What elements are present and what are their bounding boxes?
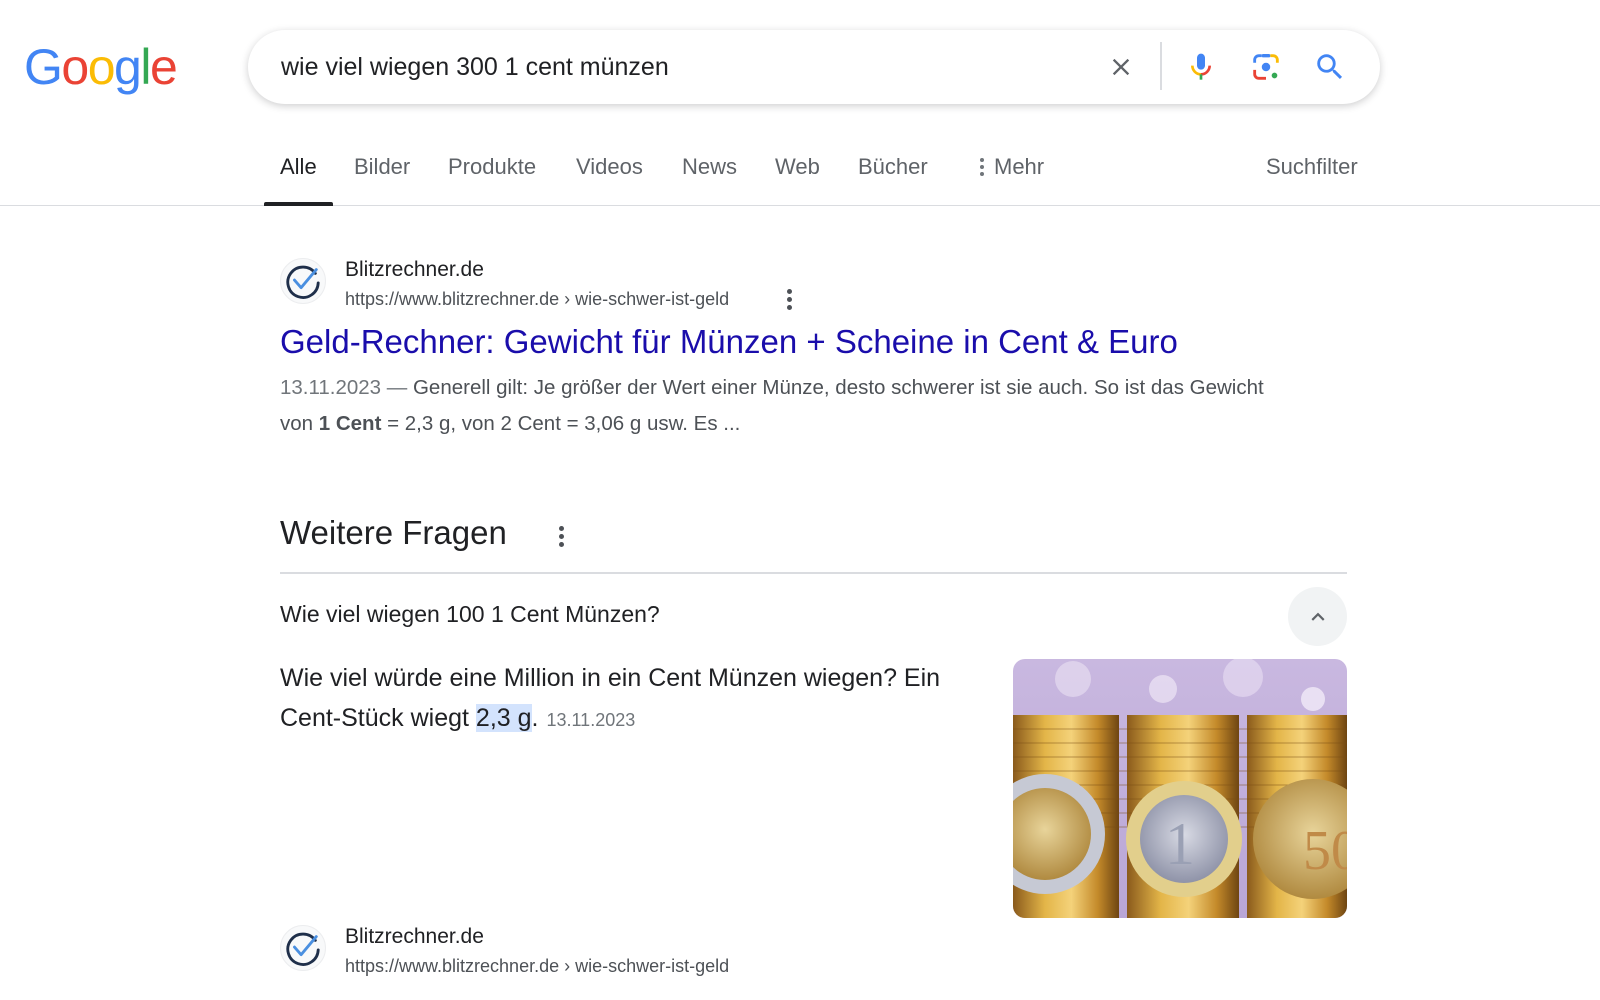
tab-label: Web <box>775 154 820 179</box>
snippet-bold: 1 Cent <box>318 412 382 435</box>
search-tabs: Alle Bilder Produkte Videos News Web Büc… <box>0 140 1600 206</box>
checkmark-circle-icon <box>286 932 320 966</box>
tab-bilder[interactable]: Bilder <box>354 154 410 206</box>
image-search-button[interactable] <box>1247 48 1285 86</box>
result-snippet: 13.11.2023 — Generell gilt: Je größer de… <box>280 370 1270 442</box>
paa-question[interactable]: Wie viel wiegen 100 1 Cent Münzen? <box>280 601 660 628</box>
google-logo[interactable]: Google <box>24 39 178 95</box>
voice-search-button[interactable] <box>1182 48 1220 86</box>
result-source[interactable]: Blitzrechner.de https://www.blitzrechner… <box>280 925 820 985</box>
snippet-text: = 2,3 g, von 2 Cent = 3,06 g usw. Es ... <box>381 412 741 435</box>
search-tools-button[interactable]: Suchfilter <box>1266 154 1358 206</box>
logo-letter: G <box>24 39 63 95</box>
logo-letter: o <box>61 39 89 95</box>
search-icon <box>1317 54 1343 80</box>
tab-mehr[interactable]: Mehr <box>978 154 1044 206</box>
chevron-up-icon <box>1311 612 1324 621</box>
tab-label: Bilder <box>354 154 411 179</box>
site-favicon <box>280 925 326 971</box>
answer-text: . <box>531 704 539 732</box>
logo-letter: o <box>87 39 116 95</box>
site-name: Blitzrechner.de <box>345 258 484 281</box>
search-tools-label: Suchfilter <box>1266 154 1358 179</box>
clear-button[interactable] <box>1102 48 1140 86</box>
site-name: Blitzrechner.de <box>345 925 484 948</box>
tab-videos[interactable]: Videos <box>576 154 643 206</box>
paa-options-button[interactable] <box>555 524 567 548</box>
site-url: https://www.blitzrechner.de › wie-schwer… <box>345 956 730 976</box>
result-options-button[interactable] <box>783 288 795 310</box>
clear-icon <box>1112 58 1130 76</box>
checkmark-circle-icon <box>286 265 320 299</box>
tab-label: Mehr <box>994 154 1045 179</box>
search-input[interactable] <box>281 48 1061 86</box>
tab-alle[interactable]: Alle <box>264 154 333 206</box>
paa-answer: Wie viel würde eine Million in ein Cent … <box>280 658 1000 740</box>
google-lens-icon <box>1253 53 1279 80</box>
svg-text:1: 1 <box>1165 811 1195 877</box>
answer-date: 13.11.2023 <box>546 710 636 730</box>
search-box <box>248 30 1380 104</box>
paa-collapse-button[interactable] <box>1288 587 1347 646</box>
site-url: https://www.blitzrechner.de › wie-schwer… <box>345 289 730 309</box>
tab-buecher[interactable]: Bücher <box>858 154 928 206</box>
snippet-date: 13.11.2023 — <box>280 376 408 399</box>
more-vert-icon <box>978 154 986 180</box>
site-favicon <box>280 258 326 304</box>
tab-label: Alle <box>280 154 317 179</box>
search-divider <box>1160 42 1162 90</box>
svg-text:50: 50 <box>1303 820 1347 882</box>
paa-divider <box>280 572 1347 574</box>
tab-label: Produkte <box>448 154 537 179</box>
tab-label: Videos <box>576 154 643 179</box>
logo-letter: e <box>149 39 178 95</box>
paa-heading: Weitere Fragen <box>280 514 507 551</box>
answer-thumbnail-image[interactable]: 1 50 <box>1013 659 1347 918</box>
microphone-icon <box>1191 53 1211 80</box>
tab-news[interactable]: News <box>682 154 737 206</box>
tab-web[interactable]: Web <box>775 154 820 206</box>
logo-letter: g <box>114 39 142 95</box>
coins-image: 1 50 <box>1013 659 1347 918</box>
logo-letter: l <box>140 39 151 95</box>
tab-label: Bücher <box>858 154 928 179</box>
answer-highlight: 2,3 g <box>475 704 532 732</box>
result-source[interactable]: Blitzrechner.de https://www.blitzrechner… <box>280 258 820 310</box>
tab-produkte[interactable]: Produkte <box>448 154 536 206</box>
search-button[interactable] <box>1311 48 1349 86</box>
result-title-link[interactable]: Geld-Rechner: Gewicht für Münzen + Schei… <box>280 323 1178 361</box>
tab-label: News <box>682 154 738 179</box>
